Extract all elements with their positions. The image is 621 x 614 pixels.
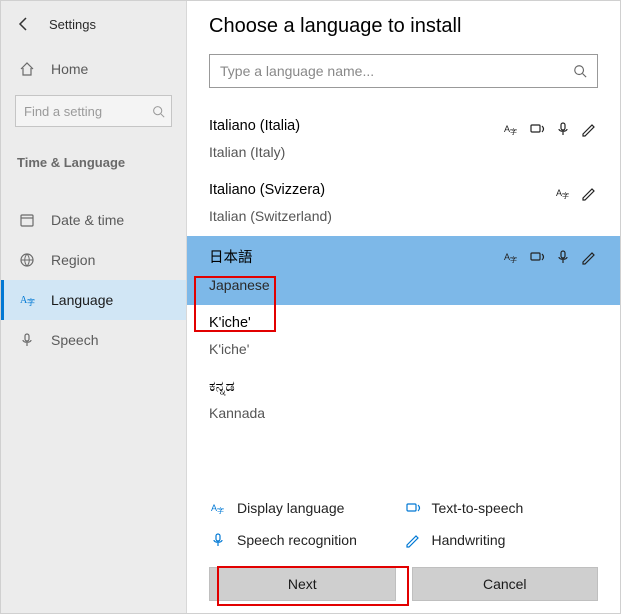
sidebar-item-label: Speech	[51, 332, 98, 348]
home-icon	[17, 59, 37, 79]
legend-display-language: A字 Display language	[209, 499, 404, 517]
settings-sidebar: Settings Home Time & Language Date & tim…	[1, 1, 187, 613]
back-button[interactable]	[13, 13, 35, 35]
search-icon	[573, 64, 587, 78]
text-to-speech-icon	[404, 499, 422, 517]
language-native-name: K'iche'	[209, 315, 251, 331]
legend-label: Handwriting	[432, 532, 506, 548]
language-item[interactable]: ಕನ್ನಡ Kannada	[187, 369, 620, 433]
language-item[interactable]: Italiano (Italia) Italian (Italy) A字	[187, 108, 620, 172]
legend-label: Display language	[237, 500, 344, 516]
svg-text:字: 字	[562, 191, 569, 200]
language-native-name: Italiano (Italia)	[209, 118, 300, 134]
legend-speech-recognition: Speech recognition	[209, 531, 404, 549]
text-to-speech-icon	[528, 248, 546, 266]
language-native-name: Italiano (Svizzera)	[209, 182, 332, 198]
svg-text:字: 字	[510, 127, 517, 136]
sidebar-title: Settings	[49, 17, 96, 32]
microphone-icon	[554, 248, 572, 266]
language-english-name: Italian (Switzerland)	[209, 208, 332, 224]
language-english-name: Italian (Italy)	[209, 144, 300, 160]
display-language-icon: A字	[502, 120, 520, 138]
language-english-name: Kannada	[209, 405, 265, 421]
handwriting-icon	[580, 184, 598, 202]
svg-text:字: 字	[27, 297, 35, 307]
search-icon	[152, 105, 165, 118]
panel-title: Choose a language to install	[187, 1, 620, 54]
sidebar-item-label: Language	[51, 292, 113, 308]
language-install-panel: Choose a language to install Italiano (I…	[187, 1, 620, 613]
sidebar-item-region[interactable]: Region	[1, 240, 186, 280]
language-native-name: 日本語	[209, 246, 270, 267]
microphone-icon	[209, 531, 227, 549]
display-language-icon: A字	[502, 248, 520, 266]
sidebar-header: Settings	[1, 5, 186, 49]
sidebar-item-label: Home	[51, 61, 88, 77]
language-native-name: ಕನ್ನಡ	[209, 379, 265, 395]
legend-label: Text-to-speech	[432, 500, 524, 516]
list-item-cutoff	[187, 98, 620, 108]
cancel-button[interactable]: Cancel	[412, 567, 599, 601]
svg-text:字: 字	[510, 255, 517, 264]
legend-handwriting: Handwriting	[404, 531, 599, 549]
language-item[interactable]: Italiano (Svizzera) Italian (Switzerland)…	[187, 172, 620, 236]
language-feature-icons: A字	[502, 118, 598, 138]
feature-legend: A字 Display language Text-to-speech Speec…	[187, 489, 620, 557]
sidebar-item-label: Date & time	[51, 212, 124, 228]
next-button[interactable]: Next	[209, 567, 396, 601]
handwriting-icon	[580, 120, 598, 138]
language-search-wrap[interactable]	[209, 54, 598, 88]
language-feature-icons: A字	[554, 182, 598, 202]
sidebar-item-label: Region	[51, 252, 95, 268]
calendar-icon	[17, 210, 37, 230]
sidebar-item-home[interactable]: Home	[1, 49, 186, 89]
sidebar-section-heading: Time & Language	[1, 141, 186, 178]
button-bar: Next Cancel	[187, 557, 620, 613]
language-feature-icons: A字	[502, 246, 598, 266]
microphone-icon	[554, 120, 572, 138]
language-icon: A字	[17, 290, 37, 310]
svg-text:字: 字	[217, 506, 224, 515]
language-search-input[interactable]	[220, 63, 587, 79]
sidebar-item-language[interactable]: A字 Language	[1, 280, 186, 320]
find-setting-input[interactable]	[24, 104, 163, 119]
display-language-icon: A字	[209, 499, 227, 517]
language-list[interactable]: Italiano (Italia)Italian (Italy)A字Italia…	[187, 98, 620, 489]
text-to-speech-icon	[528, 120, 546, 138]
language-item[interactable]: K'iche' K'iche'	[187, 305, 620, 369]
find-setting-input-wrap[interactable]	[15, 95, 172, 127]
sidebar-item-speech[interactable]: Speech	[1, 320, 186, 360]
display-language-icon: A字	[554, 184, 572, 202]
handwriting-icon	[404, 531, 422, 549]
globe-icon	[17, 250, 37, 270]
legend-label: Speech recognition	[237, 532, 357, 548]
microphone-icon	[17, 330, 37, 350]
handwriting-icon	[580, 248, 598, 266]
language-english-name: Japanese	[209, 277, 270, 293]
legend-text-to-speech: Text-to-speech	[404, 499, 599, 517]
sidebar-item-date-time[interactable]: Date & time	[1, 200, 186, 240]
language-item[interactable]: 日本語 Japanese A字	[187, 236, 620, 305]
language-english-name: K'iche'	[209, 341, 251, 357]
